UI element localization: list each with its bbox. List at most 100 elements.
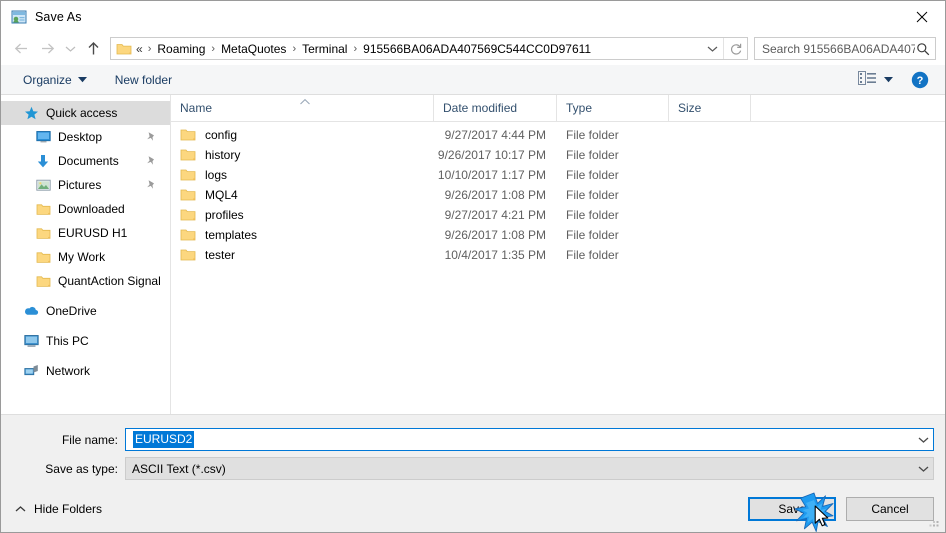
file-type-cell: File folder bbox=[566, 208, 619, 222]
sidebar-item-eurusd-h1[interactable]: EURUSD H1 bbox=[1, 221, 170, 245]
file-name-value: EURUSD2 bbox=[133, 431, 195, 448]
cancel-button[interactable]: Cancel bbox=[846, 497, 934, 521]
save-as-dialog: Save As « › Roaming › MetaQuotes › Termi… bbox=[0, 0, 946, 533]
file-name-cell: history bbox=[171, 148, 434, 162]
file-name-label: tester bbox=[205, 248, 236, 262]
file-list-pane: Name Date modified Type Size config 9/27… bbox=[171, 95, 945, 414]
file-date-cell: 9/27/2017 4:21 PM bbox=[444, 208, 546, 222]
breadcrumb-item-terminal[interactable]: Terminal bbox=[299, 42, 350, 56]
view-options-icon bbox=[858, 70, 878, 89]
folder-icon bbox=[35, 273, 51, 289]
sidebar-item-quantaction-signal[interactable]: QuantAction Signal bbox=[1, 269, 170, 293]
address-dropdown-button[interactable] bbox=[701, 38, 723, 59]
star-icon bbox=[23, 105, 39, 121]
sidebar-item-onedrive[interactable]: OneDrive bbox=[1, 299, 170, 323]
sidebar-item-label: OneDrive bbox=[46, 304, 97, 318]
sidebar-item-label: EURUSD H1 bbox=[58, 226, 128, 240]
file-type-cell: File folder bbox=[566, 128, 619, 142]
sidebar-item-label: Network bbox=[46, 364, 91, 378]
table-row[interactable]: config 9/27/2017 4:44 PM File folder bbox=[171, 125, 945, 145]
table-row[interactable]: tester 10/4/2017 1:35 PM File folder bbox=[171, 245, 945, 265]
search-icon[interactable] bbox=[915, 42, 931, 56]
table-row[interactable]: profiles 9/27/2017 4:21 PM File folder bbox=[171, 205, 945, 225]
column-header-row: Name Date modified Type Size bbox=[171, 95, 945, 122]
column-header-size[interactable]: Size bbox=[669, 95, 751, 121]
save-as-type-select[interactable]: ASCII Text (*.csv) bbox=[125, 457, 934, 480]
hide-folders-button[interactable]: Hide Folders bbox=[15, 502, 102, 516]
resize-grip-icon[interactable] bbox=[928, 516, 941, 529]
forward-button[interactable] bbox=[34, 37, 60, 61]
help-button[interactable]: ? bbox=[911, 71, 929, 89]
sidebar-item-label: Quick access bbox=[46, 106, 118, 120]
sidebar-item-quick-access[interactable]: Quick access bbox=[1, 101, 170, 125]
sidebar-item-my-work[interactable]: My Work bbox=[1, 245, 170, 269]
sidebar-item-label: My Work bbox=[58, 250, 106, 264]
file-type-cell: File folder bbox=[566, 228, 619, 242]
file-date-cell: 9/26/2017 10:17 PM bbox=[437, 148, 546, 162]
save-as-type-label: Save as type: bbox=[45, 461, 118, 476]
table-row[interactable]: history 9/26/2017 10:17 PM File folder bbox=[171, 145, 945, 165]
title-bar: Save As bbox=[1, 1, 945, 32]
up-one-level-button[interactable] bbox=[80, 37, 106, 61]
sidebar-item-this-pc[interactable]: This PC bbox=[1, 329, 170, 353]
view-options-button[interactable] bbox=[854, 68, 897, 92]
address-bar[interactable]: « › Roaming › MetaQuotes › Terminal › 91… bbox=[110, 37, 748, 60]
organize-button[interactable]: Organize bbox=[17, 68, 93, 92]
sidebar-item-downloaded[interactable]: Downloaded bbox=[1, 197, 170, 221]
sort-ascending-icon bbox=[299, 95, 311, 105]
file-date-cell: 9/27/2017 4:44 PM bbox=[444, 128, 546, 142]
pin-icon bbox=[146, 131, 156, 143]
chevron-down-icon[interactable] bbox=[913, 465, 933, 473]
file-type-cell: File folder bbox=[566, 248, 619, 262]
hide-folders-label: Hide Folders bbox=[34, 502, 103, 516]
recent-locations-button[interactable] bbox=[60, 37, 80, 61]
folder-icon bbox=[180, 148, 196, 162]
column-header-name[interactable]: Name bbox=[171, 95, 434, 121]
column-header-label: Name bbox=[180, 101, 213, 115]
table-row[interactable]: logs 10/10/2017 1:17 PM File folder bbox=[171, 165, 945, 185]
column-header-type[interactable]: Type bbox=[557, 95, 669, 121]
back-button[interactable] bbox=[8, 37, 34, 61]
column-header-label: Type bbox=[566, 101, 593, 115]
chevron-down-icon[interactable] bbox=[913, 436, 933, 444]
breadcrumb-item-metaquotes[interactable]: MetaQuotes bbox=[218, 42, 289, 56]
dialog-footer: Hide Folders Save Cancel bbox=[1, 486, 945, 532]
refresh-button[interactable] bbox=[723, 38, 747, 59]
column-header-label: Date modified bbox=[443, 101, 518, 115]
file-name-cell: MQL4 bbox=[171, 188, 434, 202]
caret-down-icon bbox=[77, 76, 87, 83]
sidebar-item-network[interactable]: Network bbox=[1, 359, 170, 383]
table-row[interactable]: MQL4 9/26/2017 1:08 PM File folder bbox=[171, 185, 945, 205]
breadcrumb[interactable]: « › Roaming › MetaQuotes › Terminal › 91… bbox=[111, 38, 701, 59]
mouse-pointer-icon bbox=[814, 505, 831, 530]
file-name-input[interactable]: EURUSD2 bbox=[125, 428, 934, 451]
sidebar-item-label: QuantAction Signal bbox=[58, 274, 161, 288]
sidebar-item-desktop[interactable]: Desktop bbox=[1, 125, 170, 149]
search-input[interactable]: Search 915566BA06ADA40756... bbox=[754, 37, 936, 60]
file-rows: config 9/27/2017 4:44 PM File folder his… bbox=[171, 122, 945, 414]
organize-label: Organize bbox=[23, 72, 72, 87]
breadcrumb-item-guid[interactable]: 915566BA06ADA407569C544CC0D97611 bbox=[360, 42, 594, 56]
file-name-row: File name: EURUSD2 bbox=[1, 428, 945, 451]
file-date-cell: 10/10/2017 1:17 PM bbox=[437, 168, 546, 182]
breadcrumb-separator: › bbox=[211, 42, 216, 55]
sidebar-item-label: Downloaded bbox=[58, 202, 125, 216]
folder-icon bbox=[180, 228, 196, 242]
sidebar-item-pictures[interactable]: Pictures bbox=[1, 173, 170, 197]
save-button-label: Save bbox=[778, 502, 806, 516]
save-as-type-row: Save as type: ASCII Text (*.csv) bbox=[1, 457, 945, 480]
sidebar-item-documents[interactable]: Documents bbox=[1, 149, 170, 173]
dialog-body: Quick access Desktop Documents Pictures … bbox=[1, 95, 945, 415]
table-row[interactable]: templates 9/26/2017 1:08 PM File folder bbox=[171, 225, 945, 245]
file-date-cell: 9/26/2017 1:08 PM bbox=[444, 188, 546, 202]
new-folder-button[interactable]: New folder bbox=[109, 68, 178, 92]
close-button[interactable] bbox=[899, 1, 945, 32]
breadcrumb-overflow[interactable]: « bbox=[135, 42, 145, 56]
file-name-cell: tester bbox=[171, 248, 434, 262]
file-name-cell: templates bbox=[171, 228, 434, 242]
column-header-date-modified[interactable]: Date modified bbox=[434, 95, 557, 121]
folder-icon bbox=[35, 225, 51, 241]
column-header-label: Size bbox=[678, 101, 702, 115]
save-button[interactable]: Save bbox=[748, 492, 836, 532]
breadcrumb-item-roaming[interactable]: Roaming bbox=[154, 42, 208, 56]
